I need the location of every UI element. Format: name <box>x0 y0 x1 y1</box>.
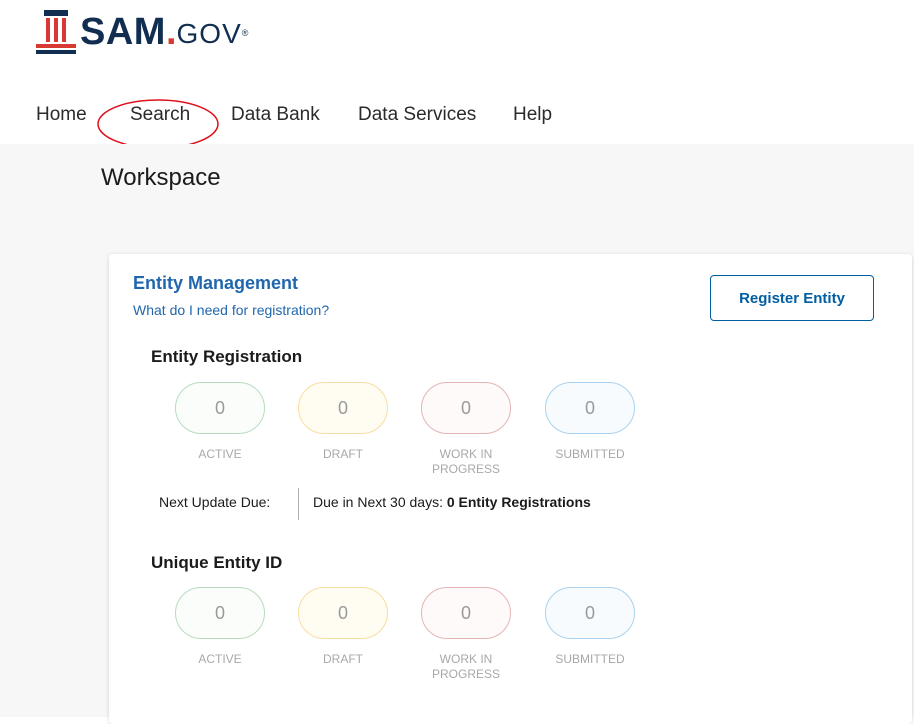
uei-wip-label-line1: WORK IN <box>439 652 493 666</box>
uei-submitted-label: SUBMITTED <box>555 652 625 666</box>
uei-wip-label-line2: PROGRESS <box>431 667 500 681</box>
sam-gov-logo[interactable]: SAM. GOV ® <box>36 8 248 56</box>
page-title: Workspace <box>101 164 221 191</box>
registration-draft-count[interactable]: 0 <box>298 382 388 434</box>
uncle-sam-hat-icon <box>36 10 76 54</box>
unique-entity-id-title: Unique Entity ID <box>151 553 283 572</box>
registration-submitted-label: SUBMITTED <box>555 447 625 461</box>
entity-management-title[interactable]: Entity Management <box>133 273 298 294</box>
registration-active-label: ACTIVE <box>198 447 242 461</box>
registration-wip-label-line1: WORK IN <box>439 447 493 461</box>
registration-help-link[interactable]: What do I need for registration? <box>133 302 329 318</box>
registration-active-count[interactable]: 0 <box>175 382 265 434</box>
next-update-label: Next Update Due: <box>159 494 271 510</box>
uei-draft-count[interactable]: 0 <box>298 587 388 639</box>
nav-help[interactable]: Help <box>513 104 552 126</box>
registration-submitted-count[interactable]: 0 <box>545 382 635 434</box>
uei-submitted-count[interactable]: 0 <box>545 587 635 639</box>
nav-data-services[interactable]: Data Services <box>358 104 476 126</box>
logo-sam-text: SAM <box>80 11 166 53</box>
next-update-divider <box>298 488 299 520</box>
register-entity-button[interactable]: Register Entity <box>710 275 874 321</box>
uei-draft-label: DRAFT <box>323 652 363 666</box>
registration-wip-label: WORK IN PROGRESS <box>411 447 521 477</box>
search-highlight-annotation <box>97 99 219 149</box>
due-value[interactable]: 0 Entity Registrations <box>447 494 591 510</box>
registration-wip-count[interactable]: 0 <box>421 382 511 434</box>
uei-wip-count[interactable]: 0 <box>421 587 511 639</box>
next-update-due-text: Due in Next 30 days: 0 Entity Registrati… <box>313 494 591 510</box>
due-prefix: Due in Next 30 days: <box>313 494 447 510</box>
logo-registered-mark: ® <box>241 28 249 38</box>
uei-active-count[interactable]: 0 <box>175 587 265 639</box>
entity-registration-title: Entity Registration <box>151 347 303 366</box>
logo-dot: . <box>165 11 177 53</box>
registration-wip-label-line2: PROGRESS <box>431 462 500 476</box>
nav-data-bank[interactable]: Data Bank <box>231 104 320 126</box>
uei-wip-label: WORK IN PROGRESS <box>411 652 521 682</box>
nav-home[interactable]: Home <box>36 104 87 126</box>
logo-gov-text: GOV <box>176 18 242 49</box>
registration-draft-label: DRAFT <box>323 447 363 461</box>
site-header: SAM. GOV ® <box>0 0 914 89</box>
uei-active-label: ACTIVE <box>198 652 242 666</box>
